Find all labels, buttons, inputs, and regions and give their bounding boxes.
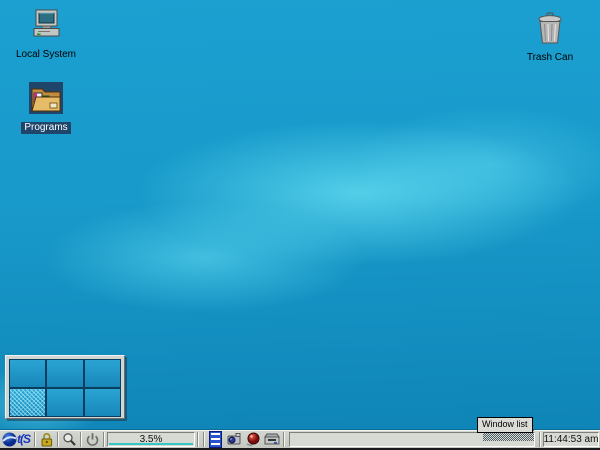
desktop-icon-programs[interactable]: Programs <box>12 82 80 135</box>
desktop-icon-local-system[interactable]: Local System <box>12 8 80 61</box>
pager-cell-active[interactable] <box>10 389 45 416</box>
red-sphere-icon <box>245 431 261 447</box>
padlock-icon <box>39 431 54 447</box>
power-icon <box>85 432 100 447</box>
taskbar-clock[interactable]: 11:44:53 am <box>543 432 599 447</box>
screen: Local System Trash Can <box>0 0 600 450</box>
camera-icon <box>226 431 242 447</box>
desktop-icon-label: Local System <box>12 49 80 61</box>
programs-folder-icon <box>29 82 63 114</box>
magnifier-icon <box>62 432 77 447</box>
taskbar-separator <box>34 432 36 447</box>
cpu-meter[interactable]: 3.5% <box>107 432 195 447</box>
clock-text: 11:44:53 am <box>544 434 599 445</box>
pager-grid <box>9 359 121 417</box>
sco-wordmark: t(S <box>17 432 30 446</box>
taskbar-app-button-1[interactable] <box>225 431 242 448</box>
taskbar-separator <box>57 432 59 447</box>
workspace-pager[interactable] <box>5 355 125 419</box>
taskbar-separator <box>80 432 82 447</box>
desktop-icon-label: Trash Can <box>516 52 584 64</box>
taskbar-app-button-2[interactable] <box>244 431 261 448</box>
window-list-icon <box>211 433 220 446</box>
shutdown-button[interactable] <box>84 430 101 448</box>
root-menu-button[interactable]: t(S <box>1 430 32 448</box>
desktop-icon-trash-can[interactable]: Trash Can <box>516 12 584 64</box>
taskbar-separator <box>103 432 105 447</box>
pager-cell[interactable] <box>85 360 120 387</box>
computer-icon <box>28 8 64 42</box>
taskbar-app-button-3[interactable] <box>263 431 280 448</box>
disk-drawer-icon <box>264 431 280 447</box>
taskbar-separator <box>539 432 541 447</box>
pager-cell[interactable] <box>85 389 120 416</box>
pager-cell[interactable] <box>47 360 82 387</box>
taskbar-separator <box>197 432 199 447</box>
globe-logo-icon <box>2 432 17 447</box>
lock-screen-button[interactable] <box>38 430 55 448</box>
cpu-meter-line <box>109 443 193 445</box>
window-list-button[interactable] <box>209 431 222 448</box>
taskbar-separator <box>283 432 285 447</box>
tooltip-text: Window list <box>482 419 528 429</box>
desktop-icon-label: Programs <box>21 122 70 134</box>
find-button[interactable] <box>61 430 78 448</box>
pager-cell[interactable] <box>10 360 45 387</box>
trash-icon <box>535 12 565 45</box>
taskbar-separator <box>203 432 205 447</box>
pager-cell[interactable] <box>47 389 82 416</box>
tooltip-window-list: Window list <box>477 417 533 433</box>
